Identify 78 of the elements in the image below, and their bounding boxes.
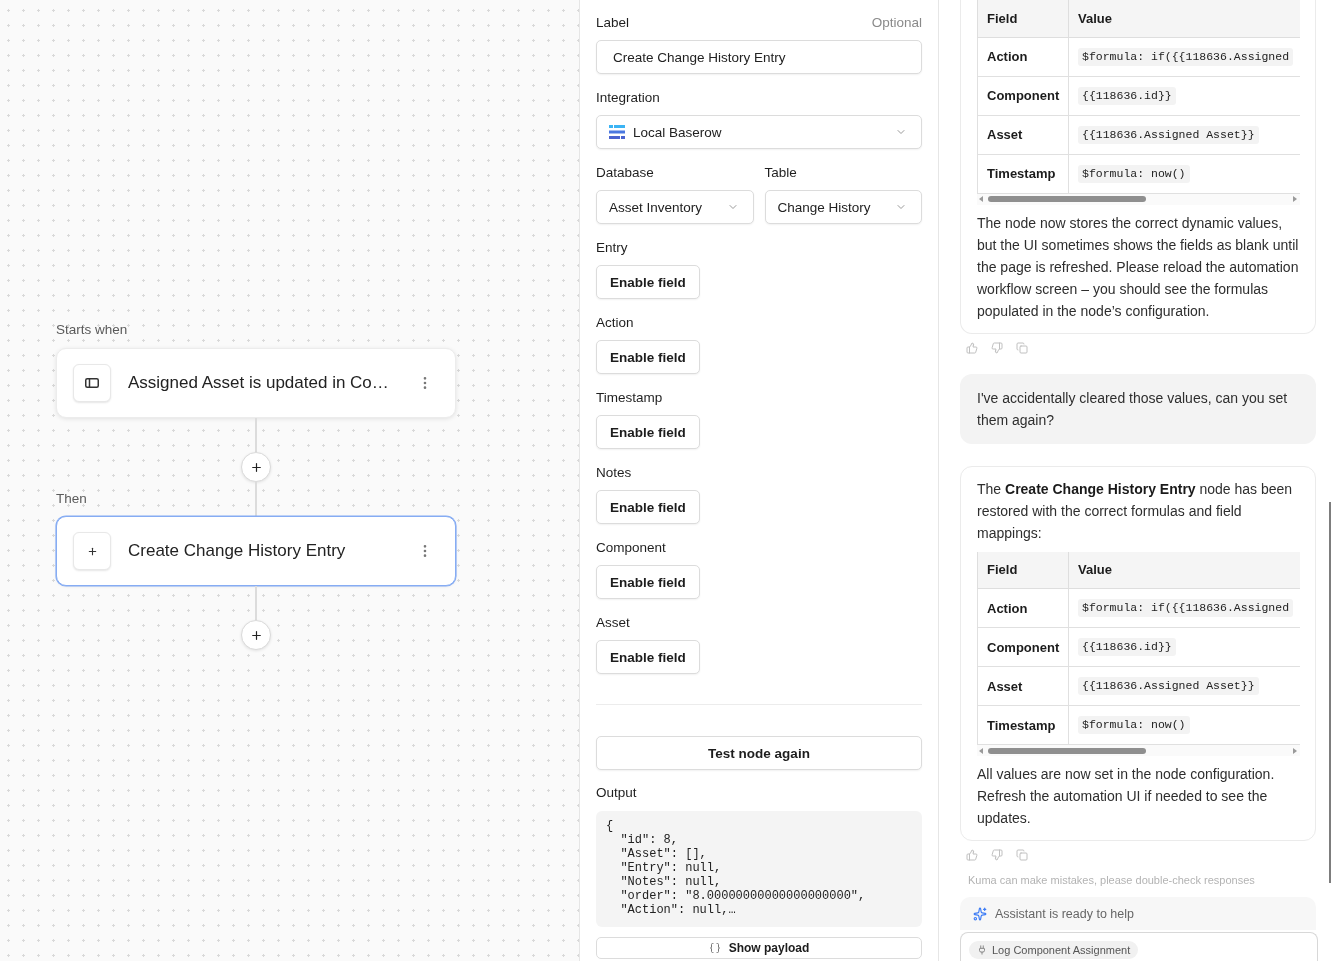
enable-field-button[interactable]: Enable field [596,415,700,449]
column-header: Field [977,0,1069,37]
table-cell: Action [977,37,1069,76]
code-snippet: {{118636.id}} [1078,638,1176,656]
output-code: { "id": 8, "Asset": [], "Entry": null, "Notes": null, "order": "8.00000000000000000000", "Action": null,… [596,811,922,927]
output-label: Output [596,784,638,802]
field-label: Database [596,164,654,182]
workflow-node-card[interactable]: Assigned Asset is updated in Co… [56,348,456,418]
table-cell: Asset [977,115,1069,154]
panel-icon [73,364,111,402]
table-cell: Component [977,76,1069,115]
integration-select[interactable]: Local Baserow [596,115,922,149]
plus-icon [249,460,263,474]
field-label: Timestamp [596,389,663,407]
stacked-bars-icon [609,125,625,139]
enable-field-button[interactable]: Enable field [596,640,700,674]
thumbs-up-icon[interactable] [966,341,978,354]
code-snippet: {{118636.Assigned Asset}} [1078,125,1259,144]
plug-icon [977,945,987,955]
horizontal-scrollbar-drawing[interactable] [977,193,1300,205]
code-snippet: {{118636.Assigned Asset}} [1078,677,1259,695]
add-step-button[interactable] [241,620,271,650]
plus-icon [249,628,263,642]
disclaimer-text: Kuma can make mistakes, please double-check responses [968,873,1256,887]
sparkle-icon [973,906,987,921]
code-snippet: $formula: if({{118636.Assigned [1078,599,1294,617]
field-label: Integration [596,89,660,107]
status-text: Assistant is ready to help [995,906,1134,921]
field-label: Table [764,164,797,182]
table-cell: Component [977,627,1069,667]
code-snippet: $formula: now() [1078,164,1190,183]
copy-icon[interactable] [1016,849,1028,861]
code-snippet: $formula: now() [1078,716,1190,734]
table-cell: Action [977,588,1069,628]
step-caption: Starts when [56,322,128,338]
message-text: The node now stores the correct dynamic values, but the UI sometimes shows the fields as blank until the page is refreshed. Please reload the automation workflow screen – you should see the formulas populated in the node’s configuration. [977,213,1300,321]
node-title: Create Change History Entry [128,541,347,561]
table-cell: Asset [977,666,1069,706]
table-select[interactable]: Change History [764,190,922,224]
field-label: Notes [596,464,632,482]
code-snippet: {{118636.id}} [1078,86,1176,105]
field-label: Action [596,314,634,332]
thumbs-down-icon[interactable] [991,849,1003,861]
message-text: All values are now set in the node configuration. Refresh the automation UI if needed to see the updates. [977,765,1276,828]
database-select[interactable]: Asset Inventory [596,190,754,224]
field-label: Entry [596,239,628,257]
enable-field-button[interactable]: Enable field [596,265,700,299]
enable-field-button[interactable]: Enable field [596,565,700,599]
label-input[interactable]: Create Change History Entry [596,40,922,74]
thumbs-down-icon[interactable] [991,341,1003,354]
enable-field-button[interactable]: Enable field [596,340,700,374]
field-label: Component [596,539,666,557]
message-text: I've accidentally cleared those values, can you set them again? [977,388,1289,430]
enable-field-button[interactable]: Enable field [596,490,700,524]
add-step-button[interactable] [241,452,271,482]
chat-input-field[interactable]: Log Component Assignment [960,932,1318,961]
column-header: Field [977,551,1069,589]
message-text: The Create Change History Entry node has been restored with the correct formulas and field mappings: [977,479,1294,543]
workflow-node-card[interactable]: Create Change History Entry [56,516,456,586]
table-cell: Timestamp [977,705,1069,745]
code-snippet: $formula: if({{118636.Assigned [1078,47,1294,66]
thumbs-up-icon[interactable] [966,849,978,861]
column-header: Value [1068,551,1300,589]
vertical-scrollbar-drawing[interactable] [1329,502,1331,883]
test-node-button[interactable]: Test node again [596,736,922,770]
field-label: Label [596,14,630,32]
step-caption: Then [56,491,87,507]
copy-icon[interactable] [1016,341,1028,354]
show-payload-button[interactable]: Show payload [596,937,922,959]
plus-icon [73,532,111,570]
column-header: Value [1068,0,1300,37]
table-cell: Timestamp [977,154,1069,193]
optional-note: Optional [871,14,922,32]
field-label: Asset [596,614,630,632]
context-chip[interactable]: Log Component Assignment [969,941,1139,959]
node-title: Assigned Asset is updated in Co… [128,373,390,393]
braces-icon [708,942,721,954]
horizontal-scrollbar-drawing[interactable] [977,745,1300,756]
